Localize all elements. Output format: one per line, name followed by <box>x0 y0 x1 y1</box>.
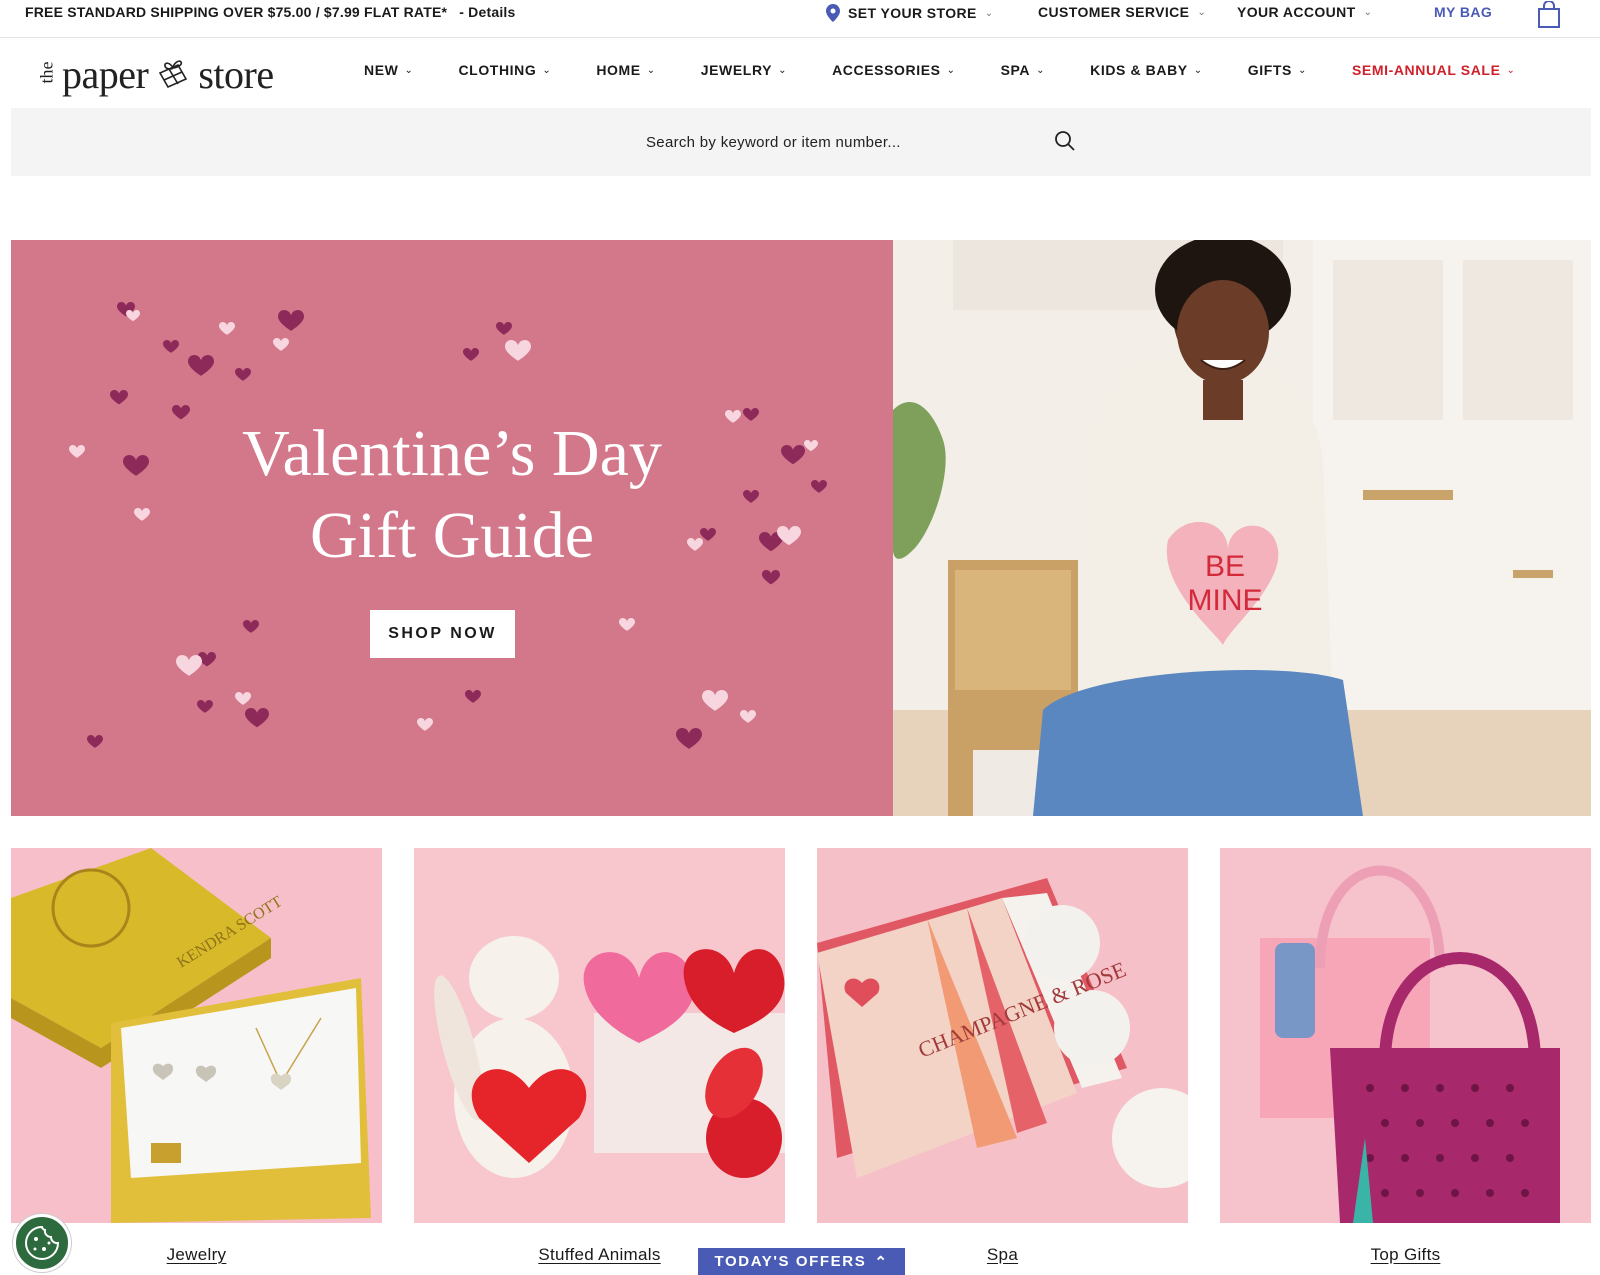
chevron-down-icon: ⌄ <box>946 64 956 76</box>
location-pin-icon <box>826 4 840 22</box>
nav-item-label: HOME <box>596 62 641 78</box>
nav-item-label: JEWELRY <box>700 62 773 78</box>
nav-item-accessories[interactable]: ACCESSORIES ⌄ <box>832 62 956 78</box>
chevron-down-icon: ⌄ <box>1197 6 1207 18</box>
jewelry-image[interactable]: KENDRA SCOTT <box>11 848 382 1223</box>
nav-item-label: KIDS & BABY <box>1090 62 1188 78</box>
nav-item-label: ACCESSORIES <box>832 62 941 78</box>
my-bag-label: MY BAG <box>1434 4 1493 20</box>
shipping-details-link[interactable]: - Details <box>459 4 515 20</box>
category-jewelry-link[interactable]: Jewelry <box>167 1245 227 1264</box>
category-top-gifts[interactable]: Top Gifts <box>1220 848 1591 1275</box>
chevron-up-icon: ⌃ <box>874 1253 889 1271</box>
nav-item-label: SEMI-ANNUAL SALE <box>1351 62 1501 78</box>
nav-menu: NEW ⌄ CLOTHING ⌄ HOME ⌄ JEWELRY ⌄ ACCESSORIE… <box>364 62 1516 78</box>
nav-item-label: GIFTS <box>1247 62 1292 78</box>
set-store-label: SET YOUR STORE <box>848 5 977 21</box>
search-bar <box>11 108 1591 176</box>
your-account-label: YOUR ACCOUNT <box>1237 4 1356 20</box>
nav-item-label: NEW <box>364 62 399 78</box>
shopping-bag-icon[interactable] <box>1537 1 1561 28</box>
svg-text:MINE: MINE <box>1188 584 1263 617</box>
gift-box-icon <box>159 60 188 89</box>
cookie-settings-button[interactable] <box>13 1214 71 1272</box>
nav-item-semi-annual-sale[interactable]: SEMI-ANNUAL SALE ⌄ <box>1352 62 1516 78</box>
category-spa[interactable]: CHAMPAGNE & ROSE Spa <box>817 848 1188 1275</box>
chevron-down-icon: ⌄ <box>1193 64 1203 76</box>
set-store-link[interactable]: SET YOUR STORE ⌄ <box>826 4 994 22</box>
bogg-bags-image <box>1220 848 1591 1223</box>
kendra-scott-box-image: KENDRA SCOTT <box>11 848 382 1223</box>
top-gifts-image[interactable] <box>1220 848 1591 1223</box>
logo-store: store <box>198 51 274 97</box>
chevron-down-icon: ⌄ <box>1363 6 1373 18</box>
shop-now-button[interactable]: SHOP NOW <box>370 610 515 658</box>
nav-item-kids-baby[interactable]: KIDS & BABY ⌄ <box>1090 62 1203 78</box>
category-jewelry[interactable]: KENDRA SCOTT Jewelry <box>11 848 382 1275</box>
logo-paper: paper <box>62 51 149 97</box>
hero-promo-panel: Valentine’s Day Gift Guide SHOP NOW <box>11 240 893 816</box>
chevron-down-icon: ⌄ <box>1506 64 1516 76</box>
nav-item-label: CLOTHING <box>458 62 537 78</box>
category-grid: KENDRA SCOTT Jewelry Stuffed Animals CHA… <box>11 848 1591 1275</box>
logo-the: the <box>36 61 57 83</box>
nav-item-spa[interactable]: SPA ⌄ <box>1001 62 1046 78</box>
plush-toys-image <box>414 848 785 1223</box>
spa-image[interactable]: CHAMPAGNE & ROSE <box>817 848 1188 1223</box>
category-stuffed-animals[interactable]: Stuffed Animals <box>414 848 785 1275</box>
nav-item-home[interactable]: HOME ⌄ <box>596 62 655 78</box>
woman-in-sweater-image: BE MINE <box>893 240 1591 816</box>
todays-offers-button[interactable]: TODAY'S OFFERS ⌃ <box>698 1248 905 1275</box>
cookie-icon <box>25 1225 60 1260</box>
main-nav: the paper store NEW ⌄ CLOTHING ⌄ HOME ⌄ JEW… <box>0 38 1600 106</box>
todays-offers-label: TODAY'S OFFERS <box>714 1253 867 1270</box>
my-bag-link[interactable]: MY BAG <box>1434 4 1492 20</box>
search-input[interactable] <box>646 130 1046 154</box>
chevron-down-icon: ⌄ <box>1036 64 1046 76</box>
category-label[interactable]: Top Gifts <box>1220 1245 1591 1265</box>
search-icon[interactable] <box>1054 130 1076 152</box>
nav-item-clothing[interactable]: CLOTHING ⌄ <box>458 62 551 78</box>
category-stuffed-animals-link[interactable]: Stuffed Animals <box>538 1245 660 1264</box>
chevron-down-icon: ⌄ <box>542 64 552 76</box>
nav-item-jewelry[interactable]: JEWELRY ⌄ <box>701 62 787 78</box>
category-top-gifts-link[interactable]: Top Gifts <box>1371 1245 1441 1264</box>
chevron-down-icon: ⌄ <box>646 64 656 76</box>
svg-text:BE: BE <box>1205 550 1245 583</box>
stuffed-animals-image[interactable] <box>414 848 785 1223</box>
chevron-down-icon: ⌄ <box>984 7 994 19</box>
your-account-link[interactable]: YOUR ACCOUNT ⌄ <box>1237 4 1372 20</box>
site-logo[interactable]: the paper store <box>36 51 275 97</box>
nav-item-new[interactable]: NEW ⌄ <box>364 62 413 78</box>
nav-item-gifts[interactable]: GIFTS ⌄ <box>1248 62 1307 78</box>
utility-bar: FREE STANDARD SHIPPING OVER $75.00 / $7.… <box>0 0 1600 38</box>
nav-item-label: SPA <box>1000 62 1031 78</box>
customer-service-link[interactable]: CUSTOMER SERVICE ⌄ <box>1038 4 1206 20</box>
category-spa-link[interactable]: Spa <box>987 1245 1018 1264</box>
hero-photo: BE MINE <box>893 240 1591 816</box>
chevron-down-icon: ⌄ <box>1297 64 1307 76</box>
hero-banner[interactable]: Valentine’s Day Gift Guide SHOP NOW BE M… <box>11 240 1591 816</box>
shipping-promo: FREE STANDARD SHIPPING OVER $75.00 / $7.… <box>25 4 516 20</box>
shipping-promo-text: FREE STANDARD SHIPPING OVER $75.00 / $7.… <box>25 4 448 20</box>
customer-service-label: CUSTOMER SERVICE <box>1038 4 1190 20</box>
hero-title-line1: Valentine’s Day <box>242 417 662 490</box>
chevron-down-icon: ⌄ <box>778 64 788 76</box>
shower-steamers-image: CHAMPAGNE & ROSE <box>817 848 1188 1223</box>
hero-title-line2: Gift Guide <box>309 499 595 572</box>
chevron-down-icon: ⌄ <box>404 64 414 76</box>
